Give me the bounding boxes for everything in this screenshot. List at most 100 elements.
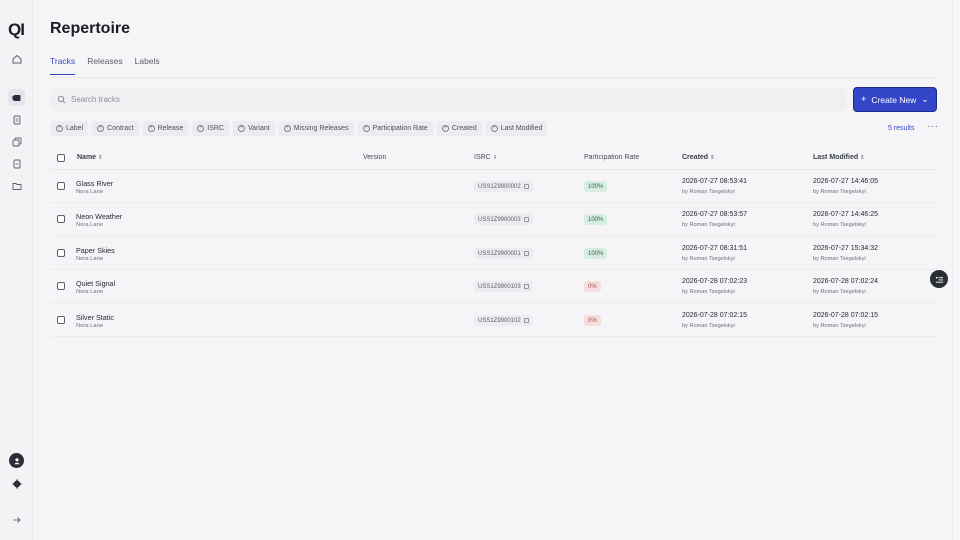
- more-options-icon[interactable]: ···: [927, 121, 939, 132]
- modified-by: by Roman Tsegelskyi: [813, 323, 866, 329]
- track-artist: Nora Lane: [76, 222, 104, 228]
- modified-by: by Roman Tsegelskyi: [813, 222, 866, 228]
- created-by: by Roman Tsegelskyi: [682, 222, 735, 228]
- sidebar: QI: [0, 0, 33, 540]
- filter-bar: + Label + Contract + Release + ISRC + Variant…: [51, 121, 548, 136]
- filter-chip-label[interactable]: + Label: [51, 121, 89, 136]
- participation-rate-badge: 0%: [584, 315, 601, 326]
- track-title[interactable]: Quiet Signal: [76, 279, 115, 288]
- created-date: 2026-07-27 08:53:57: [682, 211, 747, 218]
- stack-icon[interactable]: [8, 133, 25, 150]
- created-date: 2026-07-28 07:02:23: [682, 278, 747, 285]
- row-checkbox[interactable]: [57, 282, 65, 290]
- track-title[interactable]: Neon Weather: [76, 212, 122, 221]
- created-by: by Roman Tsegelskyi: [682, 323, 735, 329]
- table-row[interactable]: Glass River Nora Lane USS1Z9900002 100% …: [50, 170, 937, 203]
- plus-circle-icon: +: [238, 125, 246, 132]
- scrollbar[interactable]: [952, 0, 960, 540]
- repertoire-icon[interactable]: [8, 89, 25, 106]
- isrc-badge: USS1Z9900001: [474, 248, 533, 259]
- chevron-down-icon: ⌄: [921, 94, 929, 104]
- filter-chip-isrc[interactable]: + ISRC: [192, 121, 230, 136]
- search-placeholder: Search tracks: [71, 95, 120, 104]
- filter-chip-variant[interactable]: + Variant: [233, 121, 275, 136]
- filter-chip-created[interactable]: + Created: [436, 121, 482, 136]
- row-checkbox[interactable]: [57, 249, 65, 257]
- file-icon[interactable]: [8, 155, 25, 172]
- gear-icon[interactable]: [8, 475, 25, 492]
- create-new-button[interactable]: + Create New ⌄: [853, 87, 937, 112]
- table-row[interactable]: Quiet Signal Nora Lane USS1Z9900103 0% 2…: [50, 270, 937, 303]
- participation-rate-badge: 100%: [584, 214, 608, 225]
- column-header-created[interactable]: Created ⇕: [682, 154, 715, 161]
- column-header-isrc[interactable]: ISRC ⇕: [474, 154, 497, 161]
- filter-chip-contract[interactable]: + Contract: [92, 121, 139, 136]
- arrow-right-icon[interactable]: [8, 511, 25, 528]
- plus-circle-icon: +: [197, 125, 205, 132]
- modified-date: 2026-07-27 14:46:25: [813, 211, 878, 218]
- modified-by: by Roman Tsegelskyi: [813, 189, 866, 195]
- tabs: Tracks Releases Labels: [50, 56, 172, 75]
- search-icon: [57, 95, 66, 104]
- modified-by: by Roman Tsegelskyi: [813, 289, 866, 295]
- modified-date: 2026-07-28 07:02:15: [813, 312, 878, 319]
- filter-chip-missing-releases[interactable]: + Missing Releases: [278, 121, 354, 136]
- user-icon[interactable]: [9, 453, 24, 468]
- plus-circle-icon: +: [97, 125, 105, 132]
- plus-circle-icon: +: [147, 125, 155, 132]
- plus-circle-icon: +: [362, 125, 370, 132]
- created-date: 2026-07-27 08:53:41: [682, 178, 747, 185]
- plus-circle-icon: +: [283, 125, 291, 132]
- copy-icon[interactable]: [523, 217, 529, 222]
- copy-icon[interactable]: [523, 318, 529, 323]
- folder-icon[interactable]: [8, 177, 25, 194]
- plus-circle-icon: +: [441, 125, 449, 132]
- column-header-last-modified[interactable]: Last Modified ⇕: [813, 154, 865, 161]
- sort-icon: ⇕: [492, 155, 498, 161]
- page-title: Repertoire: [50, 20, 131, 37]
- table-row[interactable]: Paper Skies Nora Lane USS1Z9900001 100% …: [50, 237, 937, 270]
- column-header-version: Version: [363, 154, 387, 161]
- modified-date: 2026-07-28 07:02:24: [813, 278, 878, 285]
- created-by: by Roman Tsegelskyi: [682, 189, 735, 195]
- created-by: by Roman Tsegelskyi: [682, 289, 735, 295]
- activity-panel-button[interactable]: [930, 270, 948, 288]
- sort-icon: ⇕: [98, 155, 103, 161]
- copy-icon[interactable]: [523, 284, 529, 289]
- copy-icon[interactable]: [523, 251, 529, 256]
- document-icon[interactable]: [8, 111, 25, 128]
- app-logo[interactable]: QI: [8, 20, 25, 40]
- tab-labels[interactable]: Labels: [135, 56, 160, 75]
- copy-icon[interactable]: [523, 184, 529, 189]
- row-checkbox[interactable]: [57, 215, 65, 223]
- column-header-participation-rate: Participation Rate: [584, 154, 640, 161]
- column-header-name[interactable]: Name ⇕: [77, 154, 103, 161]
- track-artist: Nora Lane: [76, 189, 104, 195]
- participation-rate-badge: 100%: [584, 248, 608, 259]
- divider: [50, 77, 937, 78]
- table-row[interactable]: Neon Weather Nora Lane USS1Z9900003 100%…: [50, 203, 937, 236]
- plus-icon: +: [861, 94, 867, 104]
- filter-chip-last-modified[interactable]: + Last Modified: [485, 121, 548, 136]
- modified-by: by Roman Tsegelskyi: [813, 256, 866, 262]
- search-input[interactable]: Search tracks: [50, 88, 847, 111]
- tab-releases[interactable]: Releases: [87, 56, 122, 75]
- select-all-checkbox[interactable]: [57, 154, 65, 162]
- home-icon[interactable]: [8, 50, 25, 67]
- track-title[interactable]: Silver Static: [76, 313, 114, 322]
- track-artist: Nora Lane: [76, 256, 104, 262]
- results-count: 5 results: [888, 125, 915, 132]
- isrc-badge: USS1Z9900002: [474, 181, 533, 192]
- track-title[interactable]: Paper Skies: [76, 246, 115, 255]
- row-checkbox[interactable]: [57, 182, 65, 190]
- filter-chip-participation-rate[interactable]: + Participation Rate: [357, 121, 433, 136]
- track-title[interactable]: Glass River: [76, 179, 113, 188]
- tab-tracks[interactable]: Tracks: [50, 56, 76, 75]
- row-checkbox[interactable]: [57, 316, 65, 324]
- list-icon: [935, 276, 943, 283]
- create-new-label: Create New: [871, 94, 917, 105]
- isrc-badge: USS1Z9900003: [474, 214, 533, 225]
- filter-chip-release[interactable]: + Release: [142, 121, 189, 136]
- table-row[interactable]: Silver Static Nora Lane USS1Z9900102 0% …: [50, 304, 937, 337]
- sort-icon: ⇕: [860, 155, 865, 161]
